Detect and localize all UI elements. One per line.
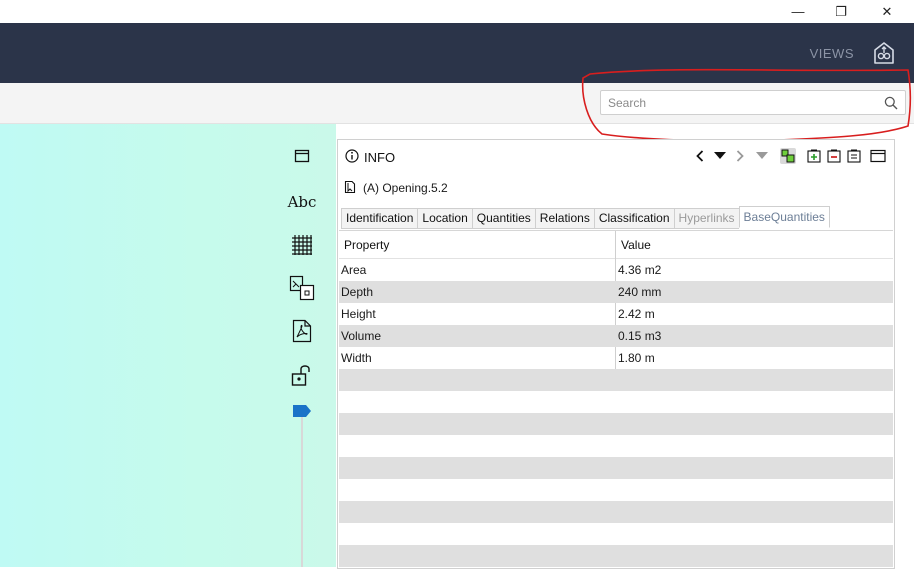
text-tool-label: Abc (287, 193, 317, 211)
empty-table-row (339, 435, 893, 457)
panel-title: INFO (364, 150, 396, 165)
object-name: (A) Opening.5.2 (363, 181, 448, 195)
tab-location[interactable]: Location (417, 208, 472, 229)
grid-header: Property Value (339, 231, 893, 259)
grid-tool-icon[interactable] (288, 231, 316, 259)
close-button[interactable]: ✕ (864, 0, 910, 23)
property-tabs: Identification Location Quantities Relat… (341, 206, 830, 229)
value-cell: 4.36 m2 (618, 263, 662, 277)
unlock-tool-icon[interactable] (288, 361, 316, 389)
grid-rows: Area 4.36 m2 Depth 240 mm Height 2.42 m … (339, 259, 893, 567)
object-type-icon (344, 180, 356, 194)
property-cell: Height (341, 307, 376, 321)
table-row[interactable]: Height 2.42 m (339, 303, 893, 325)
info-panel-header: INFO (338, 140, 894, 173)
empty-table-row (339, 413, 893, 435)
panel-window-icon[interactable] (870, 148, 886, 164)
red-annotation-outline (581, 68, 912, 142)
value-cell: 240 mm (618, 285, 662, 299)
tab-classification[interactable]: Classification (593, 208, 674, 229)
clipboard-icon[interactable] (846, 148, 862, 164)
views-label[interactable]: VIEWS (810, 46, 854, 61)
viewport-canvas[interactable] (0, 124, 336, 567)
column-header-value[interactable]: Value (621, 238, 651, 252)
empty-table-row (339, 523, 893, 545)
empty-table-row (339, 479, 893, 501)
window-tool-icon[interactable] (288, 142, 316, 170)
remove-item-icon[interactable] (826, 148, 842, 164)
table-row[interactable]: Area 4.36 m2 (339, 259, 893, 281)
pdf-tool-icon[interactable] (288, 317, 316, 345)
elements-filter-icon[interactable] (780, 148, 796, 164)
minimize-button[interactable]: — (775, 0, 821, 23)
slider-track[interactable] (301, 417, 303, 567)
property-cell: Width (341, 351, 372, 365)
tab-basequantities[interactable]: BaseQuantities (738, 206, 830, 228)
slider-handle[interactable] (293, 405, 311, 417)
property-grid: Property Value Area 4.36 m2 Depth 240 mm… (339, 230, 893, 570)
empty-table-row (339, 457, 893, 479)
property-cell: Depth (341, 285, 374, 299)
property-cell: Volume (341, 329, 382, 343)
add-item-icon[interactable] (806, 148, 822, 164)
info-panel: INFO (A) Opening.5.2 Identification Loca… (337, 139, 895, 569)
empty-table-row (339, 391, 893, 413)
info-icon (345, 149, 359, 163)
empty-table-row (339, 369, 893, 391)
tab-hyperlinks[interactable]: Hyperlinks (673, 208, 739, 229)
tab-relations[interactable]: Relations (534, 208, 594, 229)
title-bar: — ❐ ✕ (0, 0, 914, 23)
dropdown-icon[interactable] (712, 148, 728, 164)
value-cell: 1.80 m (618, 351, 655, 365)
column-header-property[interactable]: Property (344, 238, 389, 252)
previous-icon[interactable] (692, 148, 708, 164)
value-cell: 2.42 m (618, 307, 655, 321)
home-views-icon[interactable] (872, 41, 896, 65)
empty-table-row (339, 501, 893, 523)
tab-identification[interactable]: Identification (341, 208, 418, 229)
empty-table-row (339, 545, 893, 567)
table-row[interactable]: Width 1.80 m (339, 347, 893, 369)
tab-quantities[interactable]: Quantities (471, 208, 535, 229)
table-row[interactable]: Volume 0.15 m3 (339, 325, 893, 347)
maximize-button[interactable]: ❐ (818, 0, 864, 23)
layout-tool-icon[interactable] (288, 274, 316, 302)
property-cell: Area (341, 263, 367, 277)
value-cell: 0.15 m3 (618, 329, 662, 343)
dropdown-disabled-icon[interactable] (754, 148, 770, 164)
next-icon[interactable] (732, 148, 748, 164)
text-tool-button[interactable]: Abc (287, 188, 317, 216)
table-row[interactable]: Depth 240 mm (339, 281, 893, 303)
